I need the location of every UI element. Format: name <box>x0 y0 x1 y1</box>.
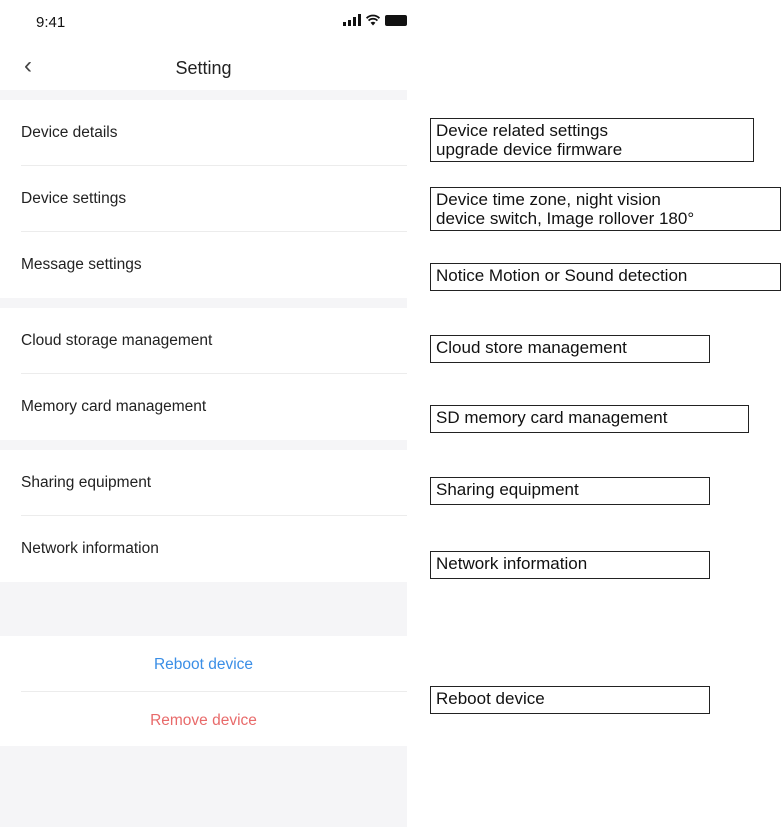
annotation-device-details: Device related settings upgrade device f… <box>430 118 754 162</box>
annotation-network-information: Network information <box>430 551 710 579</box>
annotation-cloud-storage: Cloud store management <box>430 335 710 363</box>
page-title: Setting <box>175 58 232 78</box>
list-item-label: Cloud storage management <box>21 332 213 349</box>
list-item-label: Memory card management <box>21 398 207 415</box>
cloud-storage-management-item[interactable]: Cloud storage management <box>0 308 407 374</box>
reboot-device-button[interactable]: Reboot device <box>0 636 407 692</box>
battery-icon <box>385 15 407 26</box>
list-item-label: Network information <box>21 540 159 557</box>
annotation-device-settings: Device time zone, night vision device sw… <box>430 187 781 231</box>
network-information-item[interactable]: Network information <box>0 516 407 582</box>
annotation-reboot-device: Reboot device <box>430 686 710 714</box>
section-divider <box>0 582 407 636</box>
list-item-label: Device settings <box>21 190 127 207</box>
list-item-label: Device details <box>21 124 118 141</box>
reboot-device-label: Reboot device <box>153 656 254 673</box>
annotation-sharing-equipment: Sharing equipment <box>430 477 710 505</box>
memory-card-management-item[interactable]: Memory card management <box>0 374 407 440</box>
annotation-message-settings: Notice Motion or Sound detection <box>430 263 781 291</box>
status-bar: 9:41 <box>0 0 407 46</box>
wifi-icon <box>366 14 380 26</box>
list-item-label: Sharing equipment <box>21 474 152 491</box>
cellular-signal-icon <box>343 14 361 26</box>
section-divider <box>0 440 407 450</box>
status-icons <box>343 14 407 26</box>
device-details-item[interactable]: Device details <box>0 100 407 166</box>
sharing-equipment-item[interactable]: Sharing equipment <box>0 450 407 516</box>
remove-device-button[interactable]: Remove device <box>0 692 407 748</box>
nav-bar: ‹ Setting <box>0 46 407 90</box>
device-settings-item[interactable]: Device settings <box>0 166 407 232</box>
message-settings-item[interactable]: Message settings <box>0 232 407 298</box>
list-item-label: Message settings <box>21 256 142 273</box>
section-divider <box>0 90 407 100</box>
status-time: 9:41 <box>36 14 66 31</box>
phone-screen: 9:41 ‹ Setting Device details Device set… <box>0 0 407 827</box>
section-divider <box>0 298 407 308</box>
remove-device-label: Remove device <box>150 712 257 729</box>
bottom-spacer <box>0 746 407 827</box>
annotation-memory-card: SD memory card management <box>430 405 749 433</box>
